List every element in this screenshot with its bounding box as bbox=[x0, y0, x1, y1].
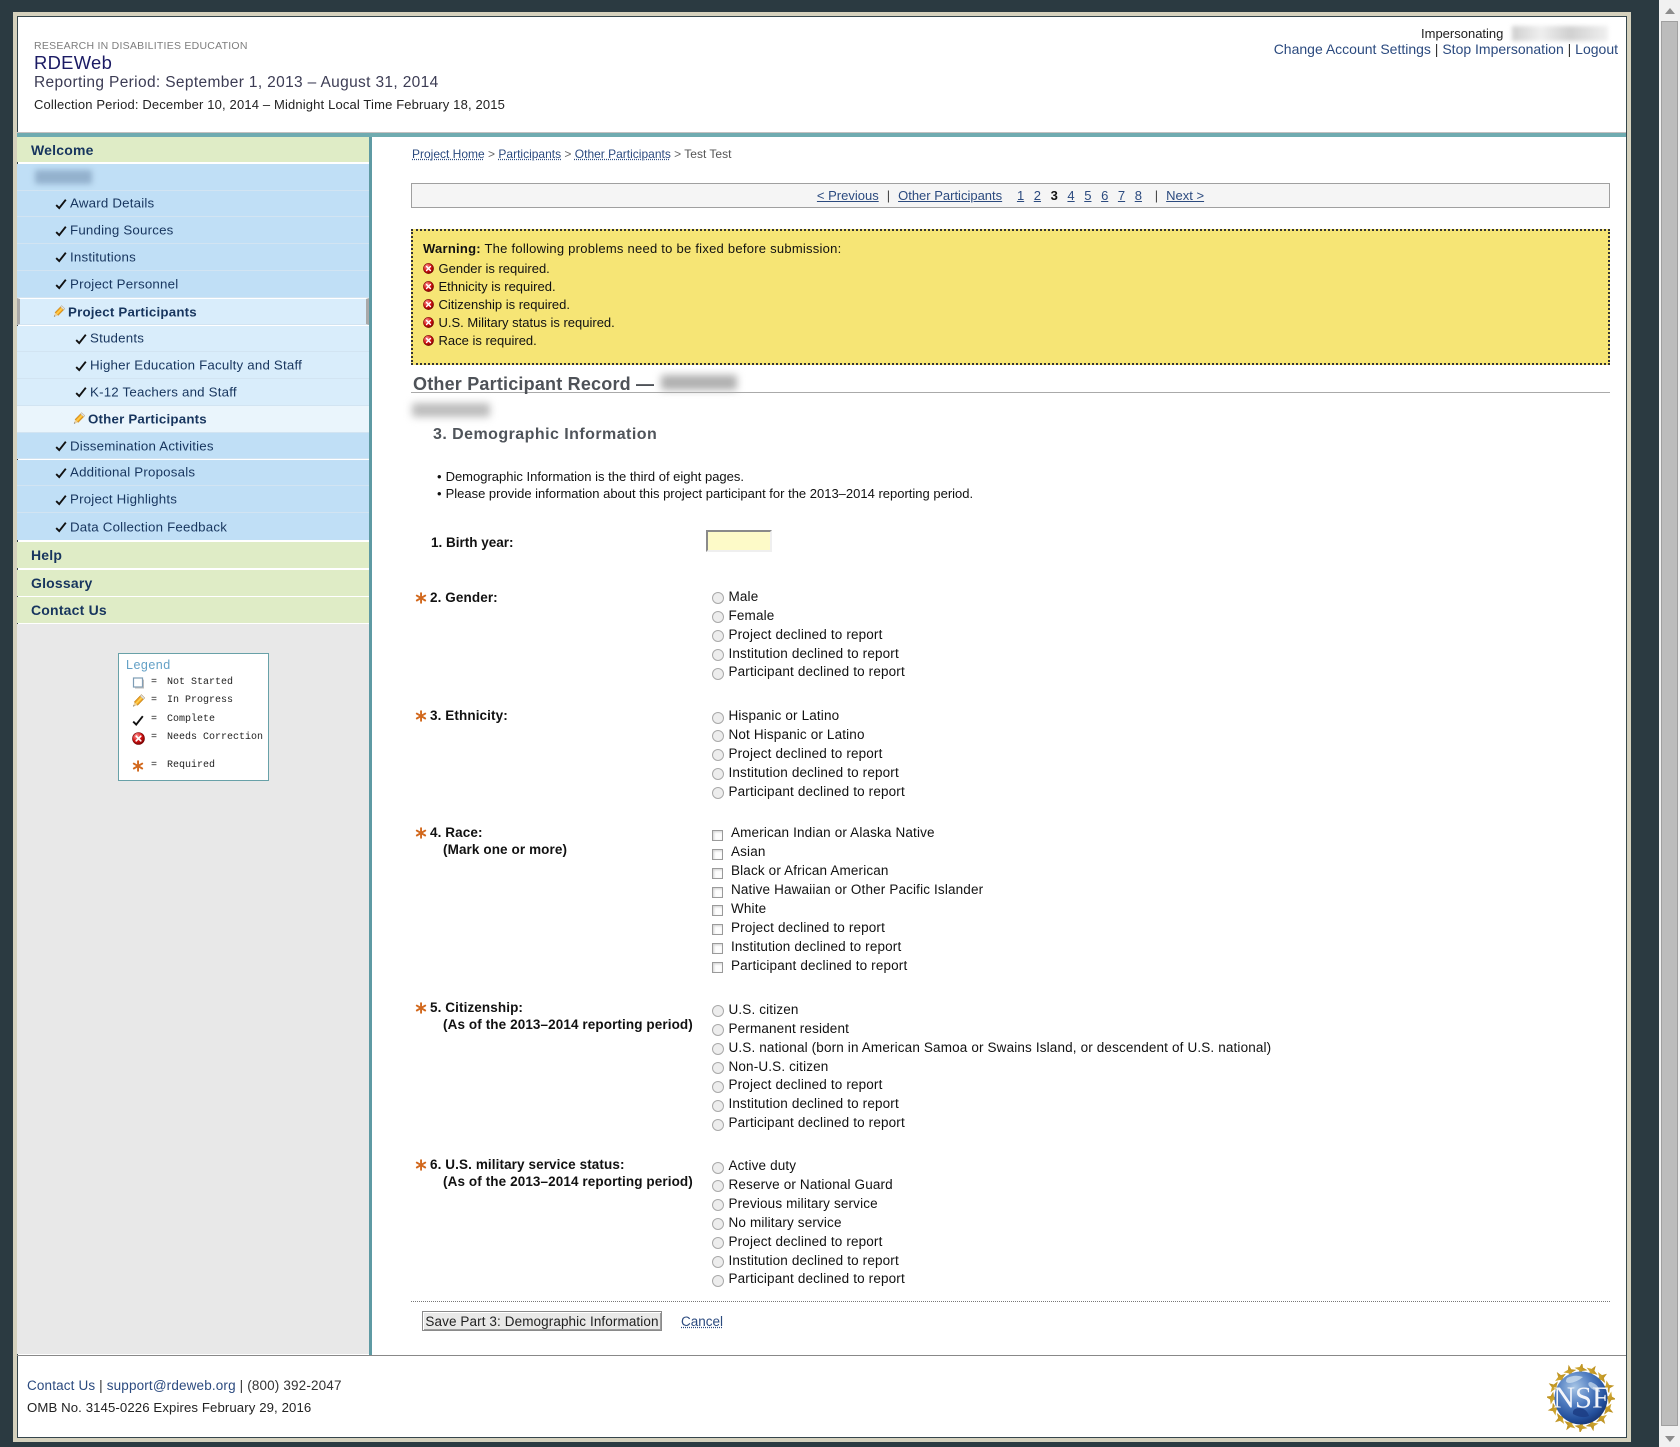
svg-text:NSF: NSF bbox=[1553, 1381, 1609, 1415]
